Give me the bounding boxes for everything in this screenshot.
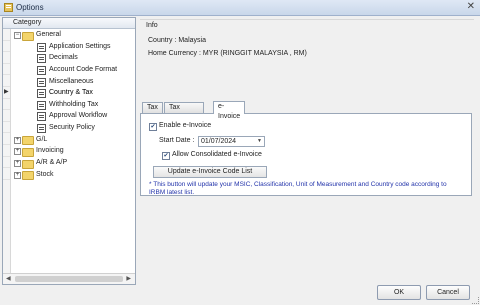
- row-gutter: ▶: [3, 29, 11, 273]
- allow-consolidated-checkbox[interactable]: ✔: [162, 152, 170, 160]
- settings-page-icon: [37, 89, 46, 99]
- folder-icon: [22, 147, 34, 157]
- category-header: Category: [3, 18, 135, 29]
- tree-item-withholding-tax[interactable]: Withholding Tax: [11, 99, 135, 111]
- tree-item-label: Decimals: [49, 54, 78, 62]
- options-app-icon: [4, 3, 13, 12]
- dropdown-arrow-icon[interactable]: ▼: [257, 137, 262, 146]
- tree-item-label: G/L: [36, 135, 48, 143]
- tree-item-label: General: [36, 31, 61, 38]
- update-note: * This button will update your MSIC, Cla…: [149, 181, 447, 196]
- category-tree: − General Application Settings Decimals …: [11, 29, 135, 181]
- folder-icon: [22, 171, 34, 181]
- info-section: Info Country : Malaysia Home Currency : …: [140, 21, 474, 89]
- settings-page-icon: [37, 100, 46, 110]
- folder-icon: [22, 136, 34, 146]
- info-divider: [140, 19, 474, 20]
- category-panel: Category ▶ − General Application Setting…: [2, 17, 136, 285]
- enable-einvoice-checkbox[interactable]: ✔: [149, 123, 157, 131]
- tree-item-miscellaneous[interactable]: Miscellaneous: [11, 76, 135, 88]
- expand-icon[interactable]: +: [14, 160, 21, 168]
- tree-item-label: Approval Workflow: [49, 112, 108, 120]
- settings-page-icon: [37, 124, 46, 134]
- tree-item-invoicing[interactable]: + Invoicing: [11, 145, 135, 157]
- start-date-input[interactable]: 01/07/2024 ▼: [198, 136, 265, 147]
- scroll-right-icon[interactable]: ▶: [126, 275, 131, 282]
- e-invoice-panel: ✔ Enable e-Invoice Start Date : 01/07/20…: [140, 113, 472, 196]
- tree-item-country-tax[interactable]: Country & Tax: [11, 87, 135, 99]
- home-currency-text: Home Currency : MYR (RINGGIT MALAYSIA , …: [148, 50, 307, 57]
- settings-page-icon: [37, 54, 46, 64]
- country-text: Country : Malaysia: [148, 37, 206, 44]
- tree-item-account-code-format[interactable]: Account Code Format: [11, 64, 135, 76]
- folder-icon: [22, 159, 34, 169]
- expand-icon[interactable]: +: [14, 148, 21, 156]
- tree-item-label: Stock: [36, 170, 54, 178]
- start-date-label: Start Date :: [159, 137, 195, 144]
- tree-item-label: Account Code Format: [49, 65, 118, 73]
- allow-consolidated-label: Allow Consolidated e-Invoice: [172, 151, 262, 158]
- close-icon[interactable]: ✕: [467, 1, 475, 12]
- update-code-list-button[interactable]: Update e-Invoice Code List: [153, 166, 267, 178]
- settings-page-icon: [37, 65, 46, 75]
- tab-tax-reporting[interactable]: Tax Reporting: [164, 102, 205, 121]
- tab-e-invoice[interactable]: e-Invoice: [213, 101, 246, 120]
- cancel-button[interactable]: Cancel: [426, 285, 470, 300]
- tree-item-stock[interactable]: + Stock: [11, 169, 135, 181]
- window-title: Options: [16, 3, 44, 12]
- title-bar: Options ✕: [0, 0, 480, 16]
- enable-einvoice-label: Enable e-Invoice: [159, 122, 212, 129]
- tree-item-label: Miscellaneous: [49, 77, 94, 85]
- collapse-icon[interactable]: −: [14, 32, 21, 39]
- settings-page-icon: [37, 42, 46, 52]
- tree-item-label: Invoicing: [36, 147, 64, 155]
- tab-tax[interactable]: Tax: [142, 102, 163, 113]
- expand-icon[interactable]: +: [14, 171, 21, 179]
- current-row-arrow-icon: ▶: [4, 88, 9, 95]
- scroll-left-icon[interactable]: ◀: [6, 275, 11, 282]
- ok-button[interactable]: OK: [377, 285, 421, 300]
- info-title: Info: [146, 22, 158, 29]
- tree-item-ar-ap[interactable]: + A/R & A/P: [11, 157, 135, 169]
- tree-item-label: Security Policy: [49, 124, 95, 132]
- folder-icon: [22, 31, 34, 41]
- tree-item-decimals[interactable]: Decimals: [11, 52, 135, 64]
- horizontal-scrollbar[interactable]: ◀ ▶: [3, 273, 135, 284]
- tree-item-label: Withholding Tax: [49, 100, 99, 108]
- scroll-thumb[interactable]: [15, 276, 123, 282]
- tree-item-gl[interactable]: + G/L: [11, 134, 135, 146]
- tree-item-approval-workflow[interactable]: Approval Workflow: [11, 110, 135, 122]
- resize-grip-icon[interactable]: [472, 297, 479, 304]
- tree-item-label: Country & Tax: [49, 89, 93, 97]
- expand-icon[interactable]: +: [14, 136, 21, 144]
- settings-page-icon: [37, 77, 46, 87]
- start-date-value: 01/07/2024: [201, 138, 237, 145]
- settings-page-icon: [37, 112, 46, 122]
- tree-item-security-policy[interactable]: Security Policy: [11, 122, 135, 134]
- tree-item-application-settings[interactable]: Application Settings: [11, 41, 135, 53]
- tree-item-general[interactable]: − General: [11, 29, 135, 41]
- tree-item-label: Application Settings: [49, 42, 111, 50]
- tree-item-label: A/R & A/P: [36, 159, 68, 167]
